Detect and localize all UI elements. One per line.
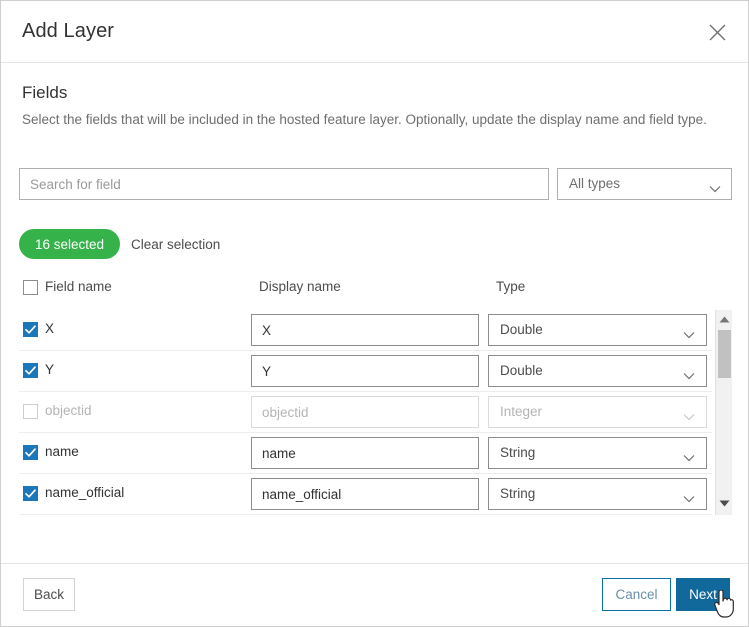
table-header: Field name Display name Type xyxy=(19,277,732,305)
clear-selection-link[interactable]: Clear selection xyxy=(131,237,220,252)
selected-count-label: 16 selected xyxy=(35,237,104,252)
field-name-label: name_official xyxy=(45,485,124,500)
footer-divider xyxy=(1,563,748,564)
fields-heading: Fields xyxy=(22,83,67,103)
fields-table-scrollbar[interactable] xyxy=(715,310,732,515)
field-name-label: X xyxy=(45,321,54,336)
type-filter-select[interactable]: All types xyxy=(557,168,732,200)
field-name-label: name xyxy=(45,444,79,459)
field-type-select[interactable]: Double xyxy=(488,355,707,387)
type-filter-value: All types xyxy=(569,176,620,191)
add-layer-dialog: Add Layer Fields Select the fields that … xyxy=(0,0,749,627)
chevron-down-icon xyxy=(683,367,695,385)
search-input[interactable] xyxy=(19,168,549,200)
select-all-checkbox[interactable] xyxy=(23,280,38,300)
fields-rows-container: XDoubleYDoubleobjectidIntegernameStringn… xyxy=(19,310,712,515)
display-name-input[interactable] xyxy=(251,355,479,387)
table-row: X Double xyxy=(19,310,712,351)
field-type-value: String xyxy=(500,445,535,460)
fields-table: XDoubleYDoubleobjectidIntegernameStringn… xyxy=(19,310,732,515)
field-type-select[interactable]: String xyxy=(488,478,707,510)
next-button[interactable]: Next xyxy=(676,578,730,611)
column-header-type: Type xyxy=(496,279,525,294)
chevron-down-icon xyxy=(683,326,695,344)
table-row: name String xyxy=(19,433,712,474)
table-row: objectid Integer xyxy=(19,392,712,433)
field-checkbox[interactable] xyxy=(23,486,38,506)
field-type-value: Integer xyxy=(500,404,542,419)
display-name-input[interactable] xyxy=(251,314,479,346)
selected-count-badge[interactable]: 16 selected xyxy=(19,229,120,259)
display-name-input[interactable] xyxy=(251,478,479,510)
field-name-label: objectid xyxy=(45,403,92,418)
cancel-button[interactable]: Cancel xyxy=(602,578,671,611)
scrollbar-thumb[interactable] xyxy=(718,330,731,378)
scroll-up-arrow-icon[interactable] xyxy=(716,312,732,327)
chevron-down-icon xyxy=(709,180,721,198)
field-type-value: Double xyxy=(500,322,543,337)
display-name-input xyxy=(251,396,479,428)
field-type-value: String xyxy=(500,486,535,501)
field-checkbox[interactable] xyxy=(23,445,38,465)
fields-description: Select the fields that will be included … xyxy=(22,109,722,131)
dialog-header: Add Layer xyxy=(1,1,748,63)
display-name-input[interactable] xyxy=(251,437,479,469)
field-checkbox xyxy=(23,404,38,424)
field-checkbox[interactable] xyxy=(23,322,38,342)
page-title: Add Layer xyxy=(22,20,114,43)
field-type-select[interactable]: String xyxy=(488,437,707,469)
chevron-down-icon xyxy=(683,449,695,467)
chevron-down-icon xyxy=(683,490,695,508)
field-type-value: Double xyxy=(500,363,543,378)
field-checkbox[interactable] xyxy=(23,363,38,383)
table-row: name_official String xyxy=(19,474,712,515)
back-button[interactable]: Back xyxy=(23,578,75,611)
field-name-label: Y xyxy=(45,362,54,377)
column-header-display-name: Display name xyxy=(259,279,341,294)
field-type-select[interactable]: Double xyxy=(488,314,707,346)
scroll-down-arrow-icon[interactable] xyxy=(716,496,732,511)
field-type-select: Integer xyxy=(488,396,707,428)
chevron-down-icon xyxy=(683,408,695,426)
close-icon[interactable] xyxy=(702,17,732,47)
table-row: Y Double xyxy=(19,351,712,392)
column-header-field-name: Field name xyxy=(45,279,112,294)
